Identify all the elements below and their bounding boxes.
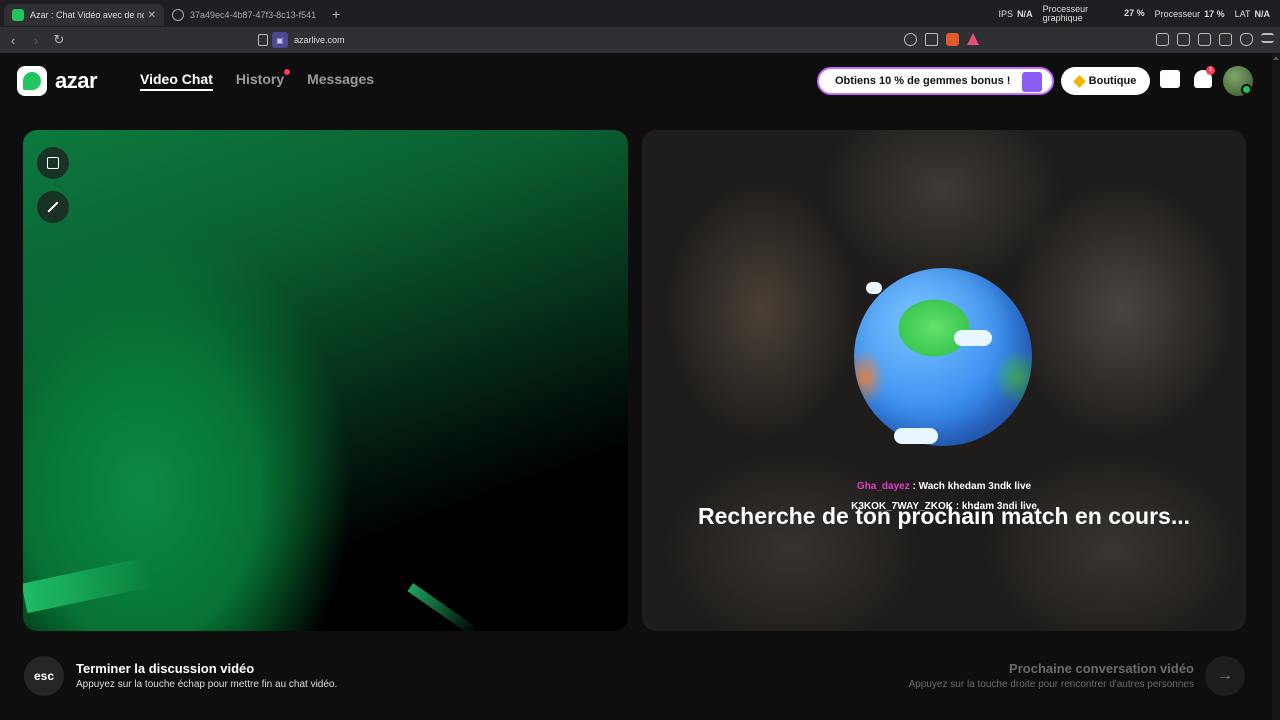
- nav-history[interactable]: History: [235, 69, 291, 91]
- tab-second[interactable]: 37a49ec4-4b87-47f3-8c13-f5417acb: [164, 4, 324, 26]
- address-actions: [904, 33, 979, 46]
- cast-icon[interactable]: [925, 33, 938, 46]
- back-button[interactable]: ‹: [3, 33, 23, 48]
- main-nav: Video Chat History Messages: [140, 69, 374, 91]
- next-chat-button[interactable]: →: [1205, 656, 1245, 696]
- url-text: azarlive.com: [294, 35, 345, 45]
- end-chat-button[interactable]: esc: [24, 656, 64, 696]
- end-chat-title: Terminer la discussion vidéo: [76, 661, 255, 676]
- rewards-icon[interactable]: [967, 33, 979, 45]
- shrink-icon: [47, 157, 59, 169]
- forward-button[interactable]: ›: [26, 33, 46, 48]
- vpn-icon[interactable]: [1240, 33, 1253, 46]
- azar-logo[interactable]: azar: [17, 66, 98, 96]
- chat-username: Gha_dayez: [856, 481, 910, 492]
- end-chat-hint: Appuyez sur la touche échap pour mettre …: [76, 679, 338, 690]
- menu-icon[interactable]: [1261, 33, 1274, 43]
- next-chat-title: Prochaine conversation vidéo: [1009, 661, 1194, 676]
- new-tab-button[interactable]: +: [332, 6, 340, 22]
- globe-favicon-icon: [172, 9, 184, 21]
- partner-video-panel: Gha_dayez : Wach khedam 3ndk live K3KOK_…: [642, 130, 1246, 631]
- boutique-button[interactable]: Boutique: [1061, 67, 1150, 95]
- site-permissions-icon[interactable]: ▣: [272, 32, 288, 48]
- boutique-label: Boutique: [1088, 75, 1137, 87]
- light-streak: [23, 556, 155, 614]
- browser-tabbar: Azar : Chat Vidéo avec de nou ✕ 37a49ec4…: [0, 0, 1280, 27]
- light-streak: [407, 582, 479, 631]
- scroll-up-icon[interactable]: [1273, 56, 1279, 60]
- bookmark-icon[interactable]: [258, 34, 268, 46]
- gpu-readout: Processeur graphique 27 %: [1042, 3, 1145, 23]
- zoom-icon[interactable]: [904, 33, 917, 46]
- tab-title: Azar : Chat Vidéo avec de nou: [30, 10, 144, 20]
- cloud-shape: [954, 330, 992, 346]
- cpu-readout: Processeur 17 %: [1154, 8, 1225, 19]
- azar-favicon-icon: [12, 9, 24, 21]
- address-bar[interactable]: ▣ azarlive.com: [258, 30, 345, 50]
- sidebar-icon[interactable]: [1177, 33, 1190, 46]
- effects-button[interactable]: [37, 191, 69, 223]
- browser-toolbar: ‹ › ↻ ▣ azarlive.com: [0, 27, 1280, 53]
- wallet-icon[interactable]: [1198, 33, 1211, 46]
- minimize-video-button[interactable]: [37, 147, 69, 179]
- history-notification-dot: [284, 69, 291, 75]
- azar-app: azar Video Chat History Messages Obtiens…: [0, 53, 1280, 720]
- promo-label: Obtiens 10 % de gemmes bonus !: [835, 75, 1011, 87]
- online-status-icon: [1241, 84, 1252, 95]
- azar-logo-icon: [17, 66, 47, 96]
- browser-extensions: [1156, 33, 1274, 46]
- tab-azar[interactable]: Azar : Chat Vidéo avec de nou ✕: [4, 4, 164, 26]
- leo-ai-icon[interactable]: [1219, 33, 1232, 46]
- brave-shields-icon[interactable]: [946, 33, 959, 46]
- close-tab-icon[interactable]: ✕: [148, 10, 156, 21]
- gift-icon: [1022, 72, 1042, 92]
- searching-status: Recherche de ton prochain match en cours…: [697, 503, 1191, 529]
- chat-text: : Wach khedam 3ndk live: [909, 481, 1032, 492]
- gem-bonus-promo-button[interactable]: Obtiens 10 % de gemmes bonus !: [817, 67, 1054, 95]
- inbox-icon[interactable]: [1160, 70, 1180, 88]
- reload-button[interactable]: ↻: [49, 32, 69, 48]
- page-scrollbar[interactable]: [1272, 53, 1280, 720]
- extensions-icon[interactable]: [1156, 33, 1169, 46]
- next-chat-hint: Appuyez sur la touche droite pour rencon…: [908, 679, 1194, 690]
- system-monitor: IPS N/A Processeur graphique 27 % Processe…: [999, 0, 1280, 27]
- self-video-panel: [23, 130, 628, 631]
- cloud-shape: [866, 282, 882, 294]
- tab-title: 37a49ec4-4b87-47f3-8c13-f5417acb: [190, 10, 316, 20]
- gem-icon: [1072, 74, 1086, 88]
- globe-icon: [854, 268, 1032, 446]
- nav-history-label: History: [235, 71, 285, 87]
- logo-text: azar: [55, 68, 98, 93]
- nav-messages[interactable]: Messages: [307, 71, 374, 91]
- chat-message: Gha_dayez : Wach khedam 3ndk live: [642, 481, 1246, 492]
- ips-readout: IPS N/A: [998, 8, 1033, 19]
- notification-badge: 1: [1206, 66, 1215, 75]
- magic-wand-icon: [47, 201, 59, 213]
- lat-readout: LAT N/A: [1234, 8, 1270, 19]
- nav-video-chat[interactable]: Video Chat: [140, 71, 213, 91]
- cloud-shape: [894, 428, 938, 444]
